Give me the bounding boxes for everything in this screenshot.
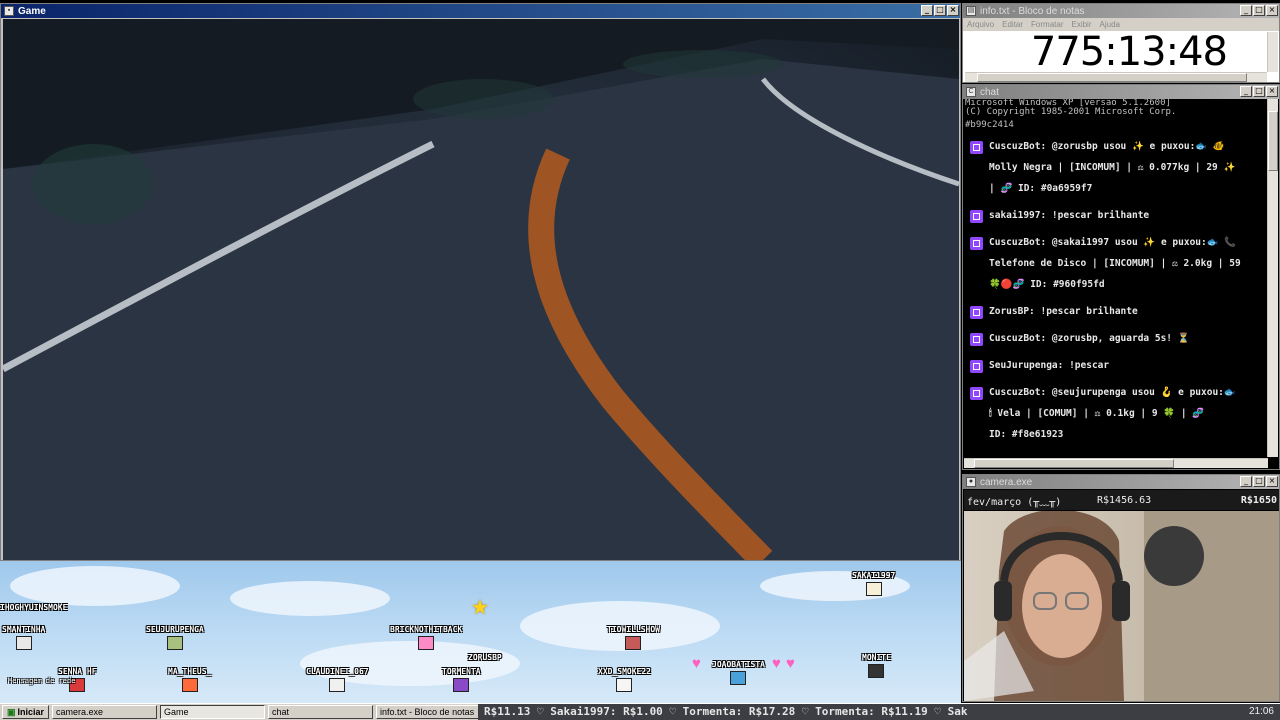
task-game[interactable]: Game <box>160 705 266 719</box>
camera-icon: ● <box>966 477 976 487</box>
close-button[interactable]: × <box>1266 476 1278 487</box>
goal-bar: fev/março (╥﹏╥) R$1456.63 R$1650 <box>964 490 1279 510</box>
notepad-title: info.txt - Bloco de notas <box>980 5 1085 17</box>
maximize-button[interactable]: □ <box>1253 86 1265 97</box>
stream-overlay: IHOGHYUINSMOKE SMANTINHA SEUJURUPENGA BR… <box>0 561 961 703</box>
cmd-icon: C <box>966 87 976 97</box>
heart-icon: ♥ <box>786 655 795 672</box>
camera-titlebar[interactable]: ● camera.exe _ □ × <box>963 475 1279 489</box>
goal-label: fev/março (╥﹏╥) <box>967 496 1062 508</box>
twitch-icon <box>970 333 983 346</box>
minimize-button[interactable]: _ <box>921 5 933 16</box>
minimize-button[interactable]: _ <box>1240 476 1252 487</box>
avatar: TORMENTA <box>442 667 481 692</box>
chat-message: CuscuzBot: @sakai1997 usou ✨ e puxou:🐟 📞… <box>964 232 1268 295</box>
game-titlebar[interactable]: ▪ Game _ □ × <box>1 4 960 18</box>
task-notepad[interactable]: info.txt - Bloco de notas <box>376 705 482 719</box>
windows-icon: ▣ <box>7 706 16 717</box>
avatar: BRICKNOTHITBACK <box>390 625 462 650</box>
menu-exibir[interactable]: Exibir <box>1071 20 1091 29</box>
goal-amount: R$1456.63 <box>1097 494 1152 506</box>
close-button[interactable]: × <box>947 5 959 16</box>
start-button[interactable]: ▣ Iniciar <box>2 705 50 719</box>
avatar: SAKAI1997 <box>852 571 895 596</box>
menu-formatar[interactable]: Formatar <box>1031 20 1063 29</box>
avatar: CLAUDINEI_067 <box>306 667 369 692</box>
app-icon: ▪ <box>4 6 14 16</box>
chat-message: CuscuzBot: @zorusbp, aguarda 5s! ⏳ <box>964 328 1268 349</box>
menu-editar[interactable]: Editar <box>1002 20 1023 29</box>
game-window[interactable]: ▪ Game _ □ × <box>0 3 961 561</box>
chat-message: CuscuzBot: @seujurupenga usou 🪝 e puxou:… <box>964 382 1268 445</box>
avatar: IHOGHYUINSMOKE <box>0 603 68 612</box>
twitch-icon <box>970 360 983 373</box>
close-button[interactable]: × <box>1266 5 1278 16</box>
notepad-titlebar[interactable]: ▤ info.txt - Bloco de notas _ □ × <box>963 4 1279 18</box>
donation-ticker: R$11.13 ♡ Sakai1997: R$1.00 ♡ Tormenta: … <box>478 704 1196 720</box>
avatar: SEUJURUPENGA <box>146 625 204 650</box>
taskbar: ▣ Iniciar camera.exe Game chat info.txt … <box>0 703 1280 720</box>
avatar: TIOWILLSHOW <box>607 625 660 650</box>
chat-message: SeuJurupenga: !pescar <box>964 355 1268 376</box>
console-header: (C) Copyright 1985-2001 Microsoft Corp. <box>965 107 1177 117</box>
avatar: SMANTINHA <box>2 625 45 650</box>
avatar: XXD_SMOKE22 <box>598 667 651 692</box>
chat-log[interactable]: Microsoft Windows XP [versão 5.1.2600] (… <box>964 99 1268 457</box>
menu-ajuda[interactable]: Ajuda <box>1100 20 1120 29</box>
vertical-scrollbar[interactable] <box>1267 32 1278 72</box>
camera-window[interactable]: ● camera.exe _ □ × fev/março (╥﹏╥) R$145… <box>962 474 1280 702</box>
timer-text[interactable]: 775:13:48 <box>965 32 1267 72</box>
camera-title: camera.exe <box>980 476 1033 488</box>
vertical-scrollbar[interactable] <box>1267 99 1278 457</box>
maximize-button[interactable]: □ <box>934 5 946 16</box>
system-clock[interactable]: 21:06 <box>1196 704 1280 720</box>
avatar: JOAOBATISTA <box>712 660 765 685</box>
chat-message: CuscuzBot: @zorusbp usou ✨ e puxou:🐟 🐠 M… <box>964 136 1268 199</box>
maximize-button[interactable]: □ <box>1253 5 1265 16</box>
chat-message: ZorusBP: !pescar brilhante <box>964 301 1268 322</box>
horizontal-scrollbar[interactable] <box>964 458 1268 468</box>
minimize-button[interactable]: _ <box>1240 5 1252 16</box>
chat-title: chat <box>980 86 999 98</box>
network-caption: Mensagem de rede <box>8 677 76 685</box>
close-button[interactable]: × <box>1266 86 1278 97</box>
horizontal-scrollbar[interactable] <box>965 72 1267 82</box>
avatar: MONITE <box>862 653 891 678</box>
goal-target: R$1650 <box>1240 494 1277 506</box>
twitch-icon <box>970 237 983 250</box>
heart-icon: ♥ <box>692 655 701 672</box>
twitch-icon <box>970 141 983 154</box>
task-chat[interactable]: chat <box>268 705 374 719</box>
menu-arquivo[interactable]: Arquivo <box>967 20 994 29</box>
chat-window[interactable]: C chat _ □ × Microsoft Windows XP [versã… <box>962 84 1280 470</box>
heart-icon: ♥ <box>772 655 781 672</box>
avatar: MA_THEUS_ <box>168 667 211 692</box>
game-title: Game <box>18 5 46 17</box>
twitch-icon <box>970 387 983 400</box>
twitch-icon <box>970 306 983 319</box>
star-icon: ★ <box>471 597 489 619</box>
chat-titlebar[interactable]: C chat _ □ × <box>963 85 1279 99</box>
minimize-button[interactable]: _ <box>1240 86 1252 97</box>
game-viewport[interactable] <box>3 19 959 560</box>
notepad-window[interactable]: ▤ info.txt - Bloco de notas _ □ × Arquiv… <box>962 3 1280 83</box>
webcam-feed <box>964 511 1279 701</box>
notepad-icon: ▤ <box>966 6 976 16</box>
twitch-icon <box>970 210 983 223</box>
road-scene <box>3 19 959 560</box>
console-header: #b99c2414 <box>965 120 1014 130</box>
avatar: ZORUSBP <box>468 653 502 662</box>
maximize-button[interactable]: □ <box>1253 476 1265 487</box>
chat-message: sakai1997: !pescar brilhante <box>964 205 1268 226</box>
task-camera[interactable]: camera.exe <box>52 705 158 719</box>
